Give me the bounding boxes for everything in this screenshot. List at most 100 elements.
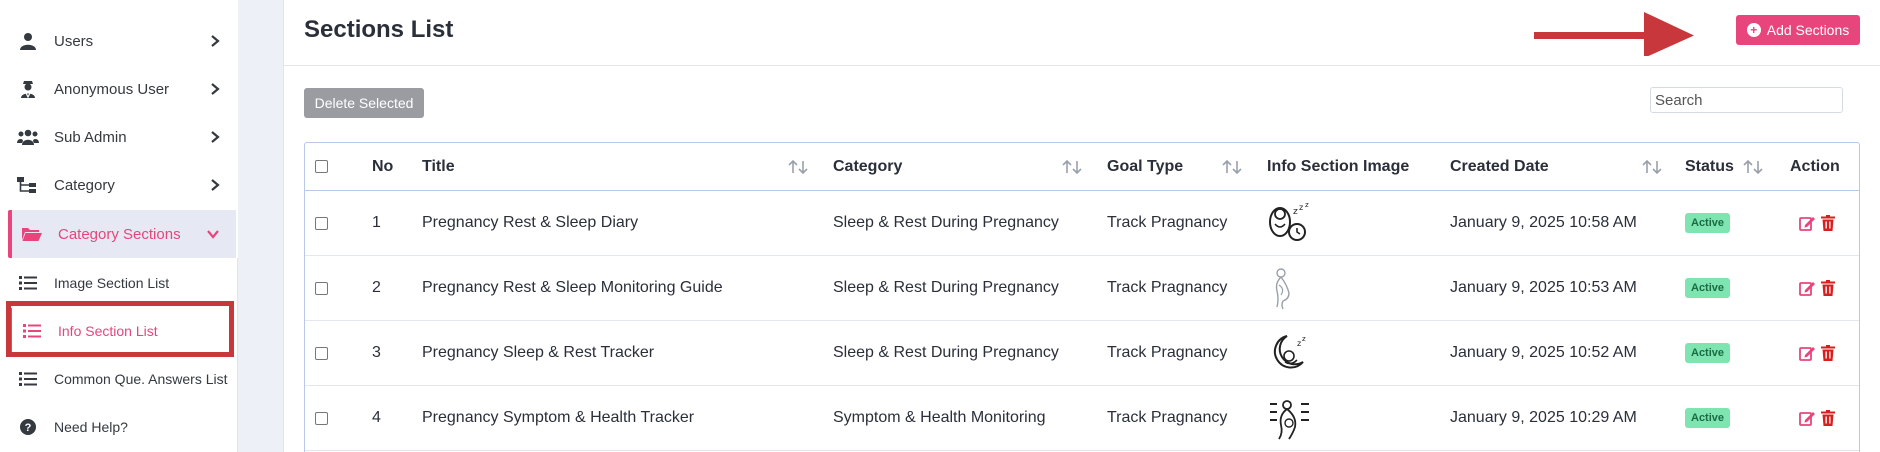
row-goal-type: Track Pragnancy: [1107, 344, 1228, 361]
row-title: Pregnancy Rest & Sleep Diary: [422, 214, 639, 231]
sleeping-baby-alarm-icon: z z z: [1269, 201, 1309, 241]
column-header-no[interactable]: No: [372, 143, 393, 190]
row-image-cell: [1267, 256, 1313, 320]
chevron-down-icon: [207, 230, 219, 239]
delete-selected-button[interactable]: Delete Selected: [304, 88, 424, 118]
row-checkbox[interactable]: [315, 281, 328, 295]
column-header-status[interactable]: Status: [1685, 143, 1734, 190]
column-header-goal-type[interactable]: Goal Type: [1107, 143, 1183, 190]
row-checkbox[interactable]: [315, 346, 328, 360]
svg-text:z: z: [1293, 207, 1298, 217]
row-no: 2: [372, 279, 381, 296]
user-secret-icon: [16, 77, 40, 101]
sections-table: No Title Category Goal Type Info Section…: [304, 142, 1860, 452]
row-no: 3: [372, 344, 381, 361]
column-header-info-section-image: Info Section Image: [1267, 157, 1410, 175]
row-checkbox[interactable]: [315, 411, 328, 425]
moon-sleep-icon: z z: [1273, 335, 1306, 369]
sidebar-subitem-image-section-list[interactable]: Image Section List: [8, 260, 238, 306]
add-sections-label: Add Sections: [1766, 22, 1850, 38]
sidebar-subitem-common-que-answers-list[interactable]: Common Que. Answers List: [8, 356, 238, 402]
trash-icon[interactable]: [1821, 410, 1835, 426]
column-header-title[interactable]: Title: [422, 143, 455, 190]
sort-icon[interactable]: [1642, 159, 1664, 174]
row-image-cell: z z: [1267, 321, 1313, 385]
pregnant-woman-icon: [1275, 268, 1290, 310]
sort-icon[interactable]: [1062, 159, 1084, 174]
table-row: 3 Pregnancy Sleep & Rest Tracker Sleep &…: [305, 321, 1859, 386]
chevron-right-icon: [211, 179, 220, 191]
list-icon: [16, 367, 40, 391]
column-header-created-date[interactable]: Created Date: [1450, 143, 1549, 190]
table-row: 4 Pregnancy Symptom & Health Tracker Sym…: [305, 386, 1859, 451]
row-title: Pregnancy Symptom & Health Tracker: [422, 409, 695, 426]
sidebar-item-label: Need Help?: [54, 419, 128, 435]
row-created-date: January 9, 2025 10:53 AM: [1450, 279, 1637, 296]
row-goal-type: Track Pragnancy: [1107, 279, 1228, 296]
edit-icon[interactable]: [1799, 410, 1815, 426]
svg-text:z: z: [1305, 201, 1309, 209]
row-created-date: January 9, 2025 10:58 AM: [1450, 214, 1637, 231]
plus-circle-icon: +: [1746, 23, 1761, 37]
row-created-date: January 9, 2025 10:29 AM: [1450, 409, 1637, 426]
question-circle-icon: ?: [16, 415, 40, 439]
row-image-cell: [1267, 386, 1313, 450]
sort-icon[interactable]: [1222, 159, 1244, 174]
folder-open-icon: [20, 222, 44, 246]
column-header-category[interactable]: Category: [833, 143, 902, 190]
status-badge: Active: [1685, 343, 1731, 363]
row-checkbox[interactable]: [315, 216, 328, 230]
sidebar-item-anonymous-user[interactable]: Anonymous User: [8, 66, 238, 112]
sidebar-item-sub-admin[interactable]: Sub Admin: [8, 114, 238, 160]
edit-icon[interactable]: [1799, 280, 1815, 296]
list-icon: [16, 271, 40, 295]
trash-icon[interactable]: [1821, 345, 1835, 361]
table-row: 2 Pregnancy Rest & Sleep Monitoring Guid…: [305, 256, 1859, 321]
chevron-right-icon: [211, 83, 220, 95]
sitemap-icon: [16, 173, 40, 197]
sort-icon[interactable]: [788, 159, 810, 174]
sort-icon[interactable]: [1743, 159, 1765, 174]
edit-icon[interactable]: [1799, 345, 1815, 361]
table-header-row: No Title Category Goal Type Info Section…: [305, 143, 1859, 191]
main-panel: Sections List + Add Sections Delete Sele…: [283, 0, 1880, 452]
sidebar-item-label: Image Section List: [54, 275, 170, 291]
pregnancy-checklist-icon: [1270, 400, 1309, 440]
status-badge: Active: [1685, 408, 1731, 428]
svg-text:z: z: [1297, 339, 1301, 348]
svg-text:z: z: [1302, 335, 1306, 343]
row-category: Sleep & Rest During Pregnancy: [833, 344, 1059, 361]
row-image-cell: z z z: [1267, 191, 1313, 255]
chevron-right-icon: [211, 35, 220, 47]
row-title: Pregnancy Rest & Sleep Monitoring Guide: [422, 279, 723, 296]
sidebar-item-category-sections[interactable]: Category Sections: [8, 210, 236, 258]
search-input[interactable]: [1650, 87, 1843, 113]
svg-text:z: z: [1299, 203, 1303, 212]
status-badge: Active: [1685, 213, 1731, 233]
row-no: 1: [372, 214, 381, 231]
svg-text:?: ?: [25, 422, 32, 434]
page-title: Sections List: [304, 16, 454, 43]
users-icon: [16, 125, 40, 149]
sidebar-item-category[interactable]: Category: [8, 162, 238, 208]
panel-header: Sections List + Add Sections: [284, 0, 1880, 66]
column-header-action: Action: [1790, 157, 1840, 175]
row-no: 4: [372, 409, 381, 426]
select-all-checkbox[interactable]: [315, 160, 328, 173]
edit-icon[interactable]: [1799, 215, 1815, 231]
trash-icon[interactable]: [1821, 215, 1835, 231]
row-goal-type: Track Pragnancy: [1107, 409, 1228, 426]
add-sections-button[interactable]: + Add Sections: [1736, 15, 1860, 45]
annotation-highlight-box: [6, 301, 234, 357]
trash-icon[interactable]: [1821, 280, 1835, 296]
row-category: Sleep & Rest During Pregnancy: [833, 279, 1059, 296]
chevron-right-icon: [211, 131, 220, 143]
sidebar-item-users[interactable]: Users: [8, 18, 238, 64]
annotation-arrow-icon: [1534, 12, 1694, 56]
row-created-date: January 9, 2025 10:52 AM: [1450, 344, 1637, 361]
table-row: 1 Pregnancy Rest & Sleep Diary Sleep & R…: [305, 191, 1859, 256]
row-title: Pregnancy Sleep & Rest Tracker: [422, 344, 655, 361]
select-all-cell: [315, 143, 328, 190]
row-category: Symptom & Health Monitoring: [833, 409, 1046, 426]
sidebar-subitem-need-help[interactable]: ? Need Help?: [8, 404, 238, 450]
